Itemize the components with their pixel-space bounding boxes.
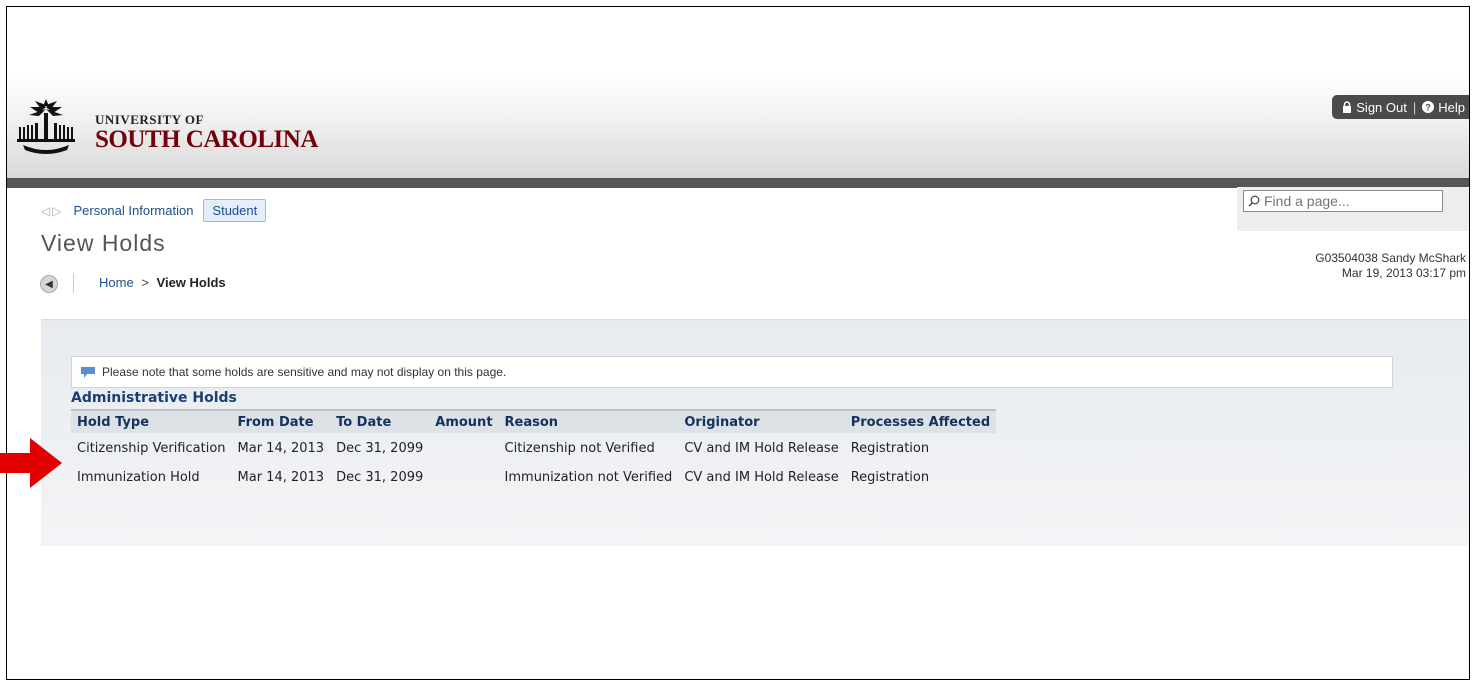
sign-out-label: Sign Out <box>1356 99 1407 115</box>
cell-originator: CV and IM Hold Release <box>684 440 839 456</box>
search-icon <box>1248 195 1260 207</box>
main-nav: ◁▷ Personal Information Student <box>41 199 267 222</box>
breadcrumb-current: View Holds <box>156 275 226 290</box>
nav-personal-information[interactable]: Personal Information <box>73 203 193 218</box>
user-info: G03504038 Sandy McShark Mar 19, 2013 03:… <box>1315 251 1466 281</box>
cell-processes-affected: Registration <box>850 440 930 456</box>
cell-originator: CV and IM Hold Release <box>684 469 839 485</box>
cell-reason: Immunization not Verified <box>504 469 673 485</box>
breadcrumb: Home > View Holds <box>99 275 226 290</box>
table-header-row: Hold Type From Date To Date Amount Reaso… <box>71 410 997 433</box>
breadcrumb-home[interactable]: Home <box>99 275 134 290</box>
cell-to-date: Dec 31, 2099 <box>336 440 424 456</box>
content-panel: Please note that some holds are sensitiv… <box>41 319 1469 546</box>
cell-hold-type: Immunization Hold <box>77 469 200 485</box>
university-logo[interactable]: UNIVERSITY OF SOUTH CAROLINA <box>15 95 325 157</box>
search-box[interactable] <box>1243 190 1443 212</box>
cell-hold-type: Citizenship Verification <box>77 440 226 456</box>
back-arrow-icon[interactable]: ◀ <box>40 275 58 293</box>
svg-text:?: ? <box>1426 103 1432 113</box>
search-input[interactable] <box>1262 192 1436 210</box>
annotation-red-arrow-icon <box>0 438 62 488</box>
cell-to-date: Dec 31, 2099 <box>336 469 424 485</box>
user-datetime: Mar 19, 2013 03:17 pm <box>1341 266 1466 280</box>
notice-text: Please note that some holds are sensitiv… <box>102 365 507 379</box>
user-actions-bar: Sign Out | ? Help <box>1332 95 1469 119</box>
holds-table: Hold Type From Date To Date Amount Reaso… <box>71 409 997 491</box>
help-label: Help <box>1438 99 1465 115</box>
col-to-date: To Date <box>336 415 392 430</box>
cell-amount <box>429 433 498 462</box>
logo-south-carolina: SOUTH CAROLINA <box>95 126 318 153</box>
question-circle-icon: ? <box>1422 101 1435 113</box>
table-row: Citizenship Verification Mar 14, 2013 De… <box>71 433 996 462</box>
speech-bubble-icon <box>81 366 95 378</box>
page-title: View Holds <box>41 230 166 256</box>
col-hold-type: Hold Type <box>77 415 150 430</box>
col-amount: Amount <box>435 415 493 430</box>
cell-amount <box>429 462 498 491</box>
palmetto-tree-logo-icon <box>17 99 75 154</box>
help-link[interactable]: ? Help <box>1422 100 1465 115</box>
table-row: Immunization Hold Mar 14, 2013 Dec 31, 2… <box>71 462 996 491</box>
info-notice: Please note that some holds are sensitiv… <box>71 356 1393 388</box>
col-from-date: From Date <box>237 415 314 430</box>
search-area <box>1237 187 1469 231</box>
cell-reason: Citizenship not Verified <box>504 440 655 456</box>
page-frame: UNIVERSITY OF SOUTH CAROLINA Sign Out | … <box>6 6 1470 680</box>
breadcrumb-arrow: > <box>141 275 149 290</box>
col-originator: Originator <box>684 415 760 430</box>
cell-from-date: Mar 14, 2013 <box>237 440 325 456</box>
cell-processes-affected: Registration <box>850 469 930 485</box>
col-reason: Reason <box>504 415 559 430</box>
nav-student[interactable]: Student <box>203 199 267 222</box>
cell-from-date: Mar 14, 2013 <box>237 469 325 485</box>
sign-out-link[interactable]: Sign Out <box>1342 100 1407 115</box>
col-processes-affected: Processes Affected <box>850 415 991 430</box>
user-id-name: G03504038 Sandy McShark <box>1315 251 1466 265</box>
nav-scroll-arrows-icon[interactable]: ◁▷ <box>41 204 63 218</box>
breadcrumb-divider <box>73 273 74 293</box>
header-separator: | <box>1412 99 1417 115</box>
lock-icon <box>1343 101 1352 113</box>
section-title: Administrative Holds <box>71 390 237 406</box>
